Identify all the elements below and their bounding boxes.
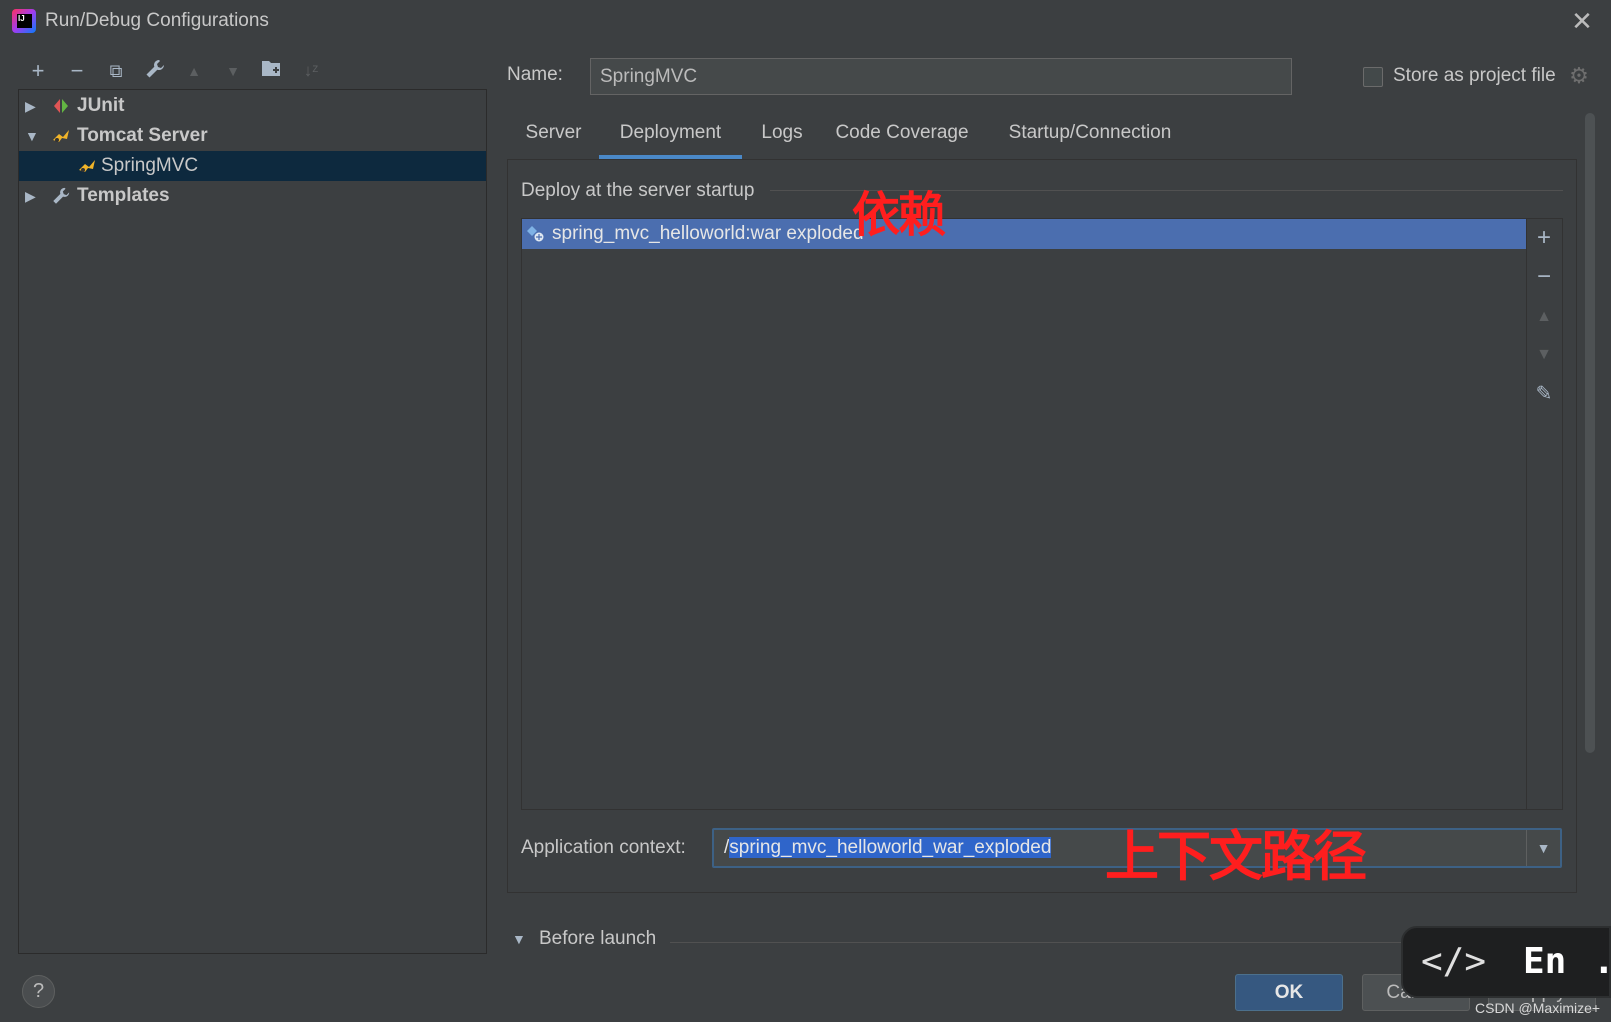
- folder-icon: [262, 61, 280, 76]
- tab-deployment[interactable]: Deployment: [599, 113, 742, 159]
- junit-icon: [51, 96, 71, 116]
- code-icon: </>: [1421, 941, 1487, 982]
- application-context-label: Application context:: [521, 837, 686, 858]
- sort-button[interactable]: ↓ᶻ: [298, 58, 324, 84]
- name-input[interactable]: SpringMVC: [590, 58, 1292, 95]
- tree-item-label: SpringMVC: [101, 155, 199, 176]
- store-as-project-file-checkbox[interactable]: [1363, 67, 1383, 87]
- window-title: Run/Debug Configurations: [45, 10, 269, 31]
- before-launch-label[interactable]: Before launch: [539, 928, 656, 950]
- configuration-tree: ▶ JUnit ▼ Tomcat Server SpringMVC ▶ Temp…: [18, 89, 487, 954]
- add-configuration-button[interactable]: +: [25, 58, 51, 84]
- help-button[interactable]: ?: [22, 975, 55, 1008]
- tab-code-coverage[interactable]: Code Coverage: [827, 113, 977, 159]
- expand-arrow-icon[interactable]: ▶: [25, 181, 39, 211]
- tree-item-label: JUnit: [77, 95, 125, 116]
- deploy-section-title: Deploy at the server startup: [521, 180, 755, 201]
- tree-item-springmvc[interactable]: SpringMVC: [19, 151, 486, 181]
- close-icon[interactable]: ✕: [1567, 6, 1597, 36]
- collapse-arrow-icon[interactable]: ▼: [512, 931, 526, 947]
- tab-startup-connection[interactable]: Startup/Connection: [992, 113, 1188, 159]
- tomcat-icon: [51, 126, 71, 146]
- store-as-project-file-label[interactable]: Store as project file: [1393, 65, 1556, 87]
- gear-icon[interactable]: ⚙: [1567, 64, 1591, 88]
- add-artifact-button[interactable]: +: [1530, 224, 1558, 252]
- edit-defaults-wrench-icon[interactable]: [142, 58, 168, 84]
- artifact-icon: [526, 224, 546, 244]
- code-language-overlay[interactable]: </> En .: [1401, 926, 1611, 998]
- language-label: En: [1523, 941, 1567, 982]
- application-context-value[interactable]: /spring_mvc_helloworld_war_exploded: [724, 836, 1052, 860]
- move-up-button[interactable]: ▲: [181, 58, 207, 84]
- scrollbar[interactable]: [1585, 113, 1595, 753]
- annotation-context-path: 上下文路径: [1105, 825, 1367, 888]
- remove-artifact-button[interactable]: −: [1530, 263, 1558, 291]
- collapse-arrow-icon[interactable]: ▼: [25, 121, 39, 151]
- new-folder-button[interactable]: [259, 58, 285, 84]
- deployment-item-label: spring_mvc_helloworld:war exploded: [552, 223, 864, 244]
- tab-logs[interactable]: Logs: [747, 113, 817, 159]
- remove-configuration-button[interactable]: −: [64, 58, 90, 84]
- annotation-dependency: 依赖: [852, 187, 946, 243]
- tomcat-icon: [77, 156, 97, 176]
- wrench-icon: [146, 60, 164, 78]
- move-artifact-up-button[interactable]: ▲: [1530, 303, 1558, 331]
- intellij-app-icon: [12, 9, 36, 33]
- tree-item-tomcat-server[interactable]: ▼ Tomcat Server: [19, 121, 486, 151]
- overlay-dot: .: [1593, 942, 1611, 982]
- wrench-icon: [51, 186, 71, 206]
- tree-item-templates[interactable]: ▶ Templates: [19, 181, 486, 211]
- watermark: CSDN @Maximize+: [1475, 1000, 1601, 1016]
- deployment-list[interactable]: [521, 218, 1563, 810]
- copy-configuration-button[interactable]: ⧉: [103, 58, 129, 84]
- section-divider: [670, 942, 1410, 943]
- tab-server[interactable]: Server: [507, 113, 600, 159]
- tree-item-label: Templates: [77, 185, 170, 206]
- context-selected-text: spring_mvc_helloworld_war_exploded: [729, 837, 1052, 858]
- ok-button[interactable]: OK: [1235, 974, 1343, 1011]
- move-down-button[interactable]: ▼: [220, 58, 246, 84]
- tree-item-junit[interactable]: ▶ JUnit: [19, 91, 486, 121]
- name-label: Name:: [507, 64, 563, 85]
- edit-artifact-pencil-icon[interactable]: ✎: [1530, 380, 1558, 408]
- move-artifact-down-button[interactable]: ▼: [1530, 341, 1558, 369]
- tree-item-label: Tomcat Server: [77, 125, 208, 146]
- expand-arrow-icon[interactable]: ▶: [25, 91, 39, 121]
- chevron-down-icon[interactable]: ▼: [1526, 830, 1560, 866]
